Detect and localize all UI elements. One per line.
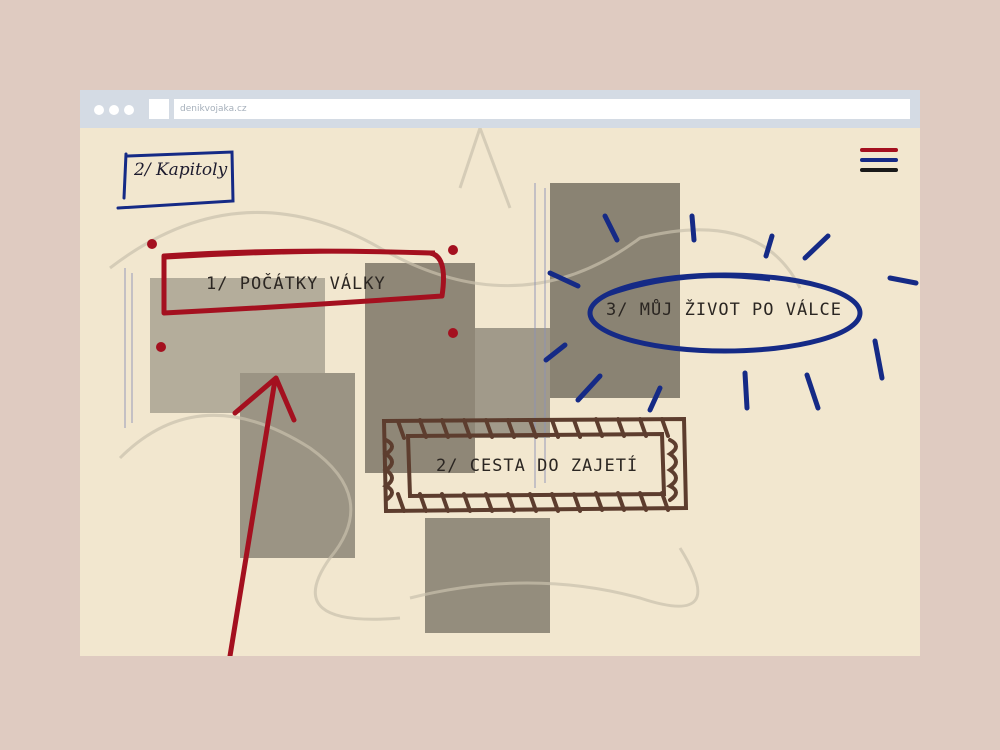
address-bar[interactable]: denikvojaka.cz xyxy=(174,99,910,119)
hamburger-line-blue[interactable] xyxy=(860,158,898,162)
chapter-1-link[interactable]: 1/ POČÁTKY VÁLKY xyxy=(206,274,386,294)
hamburger-line-red[interactable] xyxy=(860,148,898,152)
red-dot xyxy=(147,239,157,249)
section-title: 2/ Kapitoly xyxy=(134,160,228,180)
browser-toolbar: denikvojaka.cz xyxy=(80,90,920,128)
page-content: 2/ Kapitoly 1/ POČÁTKY VÁLKY 2/ CESTA DO… xyxy=(80,128,920,656)
tab-icon[interactable] xyxy=(149,99,169,119)
window-dot-icon xyxy=(109,105,119,115)
chapter-2-link[interactable]: 2/ CESTA DO ZAJETÍ xyxy=(436,456,638,476)
window-dot-icon xyxy=(124,105,134,115)
chapter-3-link[interactable]: 3/ MŮJ ŽIVOT PO VÁLCE xyxy=(606,300,842,320)
red-dot xyxy=(448,245,458,255)
red-dot xyxy=(156,342,166,352)
window-dot-icon xyxy=(94,105,104,115)
browser-window: denikvojaka.cz 2/ Kapitoly 1/ POČÁTKY VÁ… xyxy=(80,90,920,656)
doodle-layer xyxy=(109,128,919,656)
hamburger-line-black[interactable] xyxy=(860,168,898,172)
red-dot xyxy=(448,328,458,338)
